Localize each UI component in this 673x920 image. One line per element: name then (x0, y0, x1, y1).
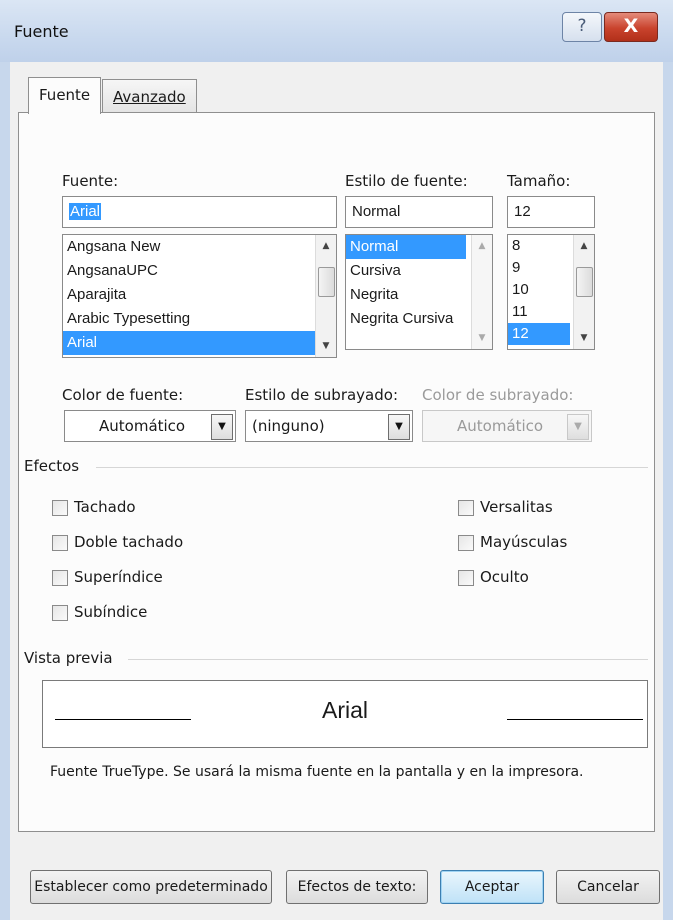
size-input[interactable]: 12 (507, 196, 595, 228)
hidden-checkbox[interactable] (458, 570, 474, 586)
scroll-down-icon[interactable]: ▼ (472, 329, 492, 347)
title-bar[interactable]: Fuente ? X (0, 0, 673, 63)
list-item[interactable]: Arabic Typesetting (63, 307, 336, 331)
superscript-checkbox[interactable] (52, 570, 68, 586)
size-scrollbar[interactable]: ▲ ▼ (573, 235, 594, 349)
window-border-right (663, 62, 673, 920)
scroll-up-icon[interactable]: ▲ (472, 237, 492, 255)
style-listbox[interactable]: Normal Cursiva Negrita Negrita Cursiva ▲… (345, 234, 493, 350)
underline-style-value: (ninguno) (252, 417, 325, 435)
window-title: Fuente (14, 22, 69, 41)
font-label: Fuente: (62, 172, 119, 190)
hidden-label[interactable]: Oculto (480, 568, 529, 586)
underline-style-select[interactable]: (ninguno) ▼ (245, 410, 413, 442)
double-strikethrough-label[interactable]: Doble tachado (74, 533, 183, 551)
effects-title: Efectos (24, 457, 86, 475)
size-listbox[interactable]: 8 9 10 11 12 ▲ ▼ (507, 234, 595, 350)
cancel-button[interactable]: Cancelar (556, 870, 660, 904)
style-label: Estilo de fuente: (345, 172, 468, 190)
preview-title: Vista previa (24, 649, 119, 667)
window-border-left (0, 62, 10, 920)
superscript-label[interactable]: Superíndice (74, 568, 163, 586)
double-strikethrough-checkbox[interactable] (52, 535, 68, 551)
all-caps-checkbox[interactable] (458, 535, 474, 551)
chevron-down-icon: ▼ (567, 414, 589, 440)
tab-avanzado-label: Avanzado (113, 88, 186, 106)
font-listbox[interactable]: Angsana New AngsanaUPC Aparajita Arabic … (62, 234, 337, 358)
font-input[interactable]: Arial (62, 196, 337, 228)
size-label: Tamaño: (507, 172, 571, 190)
subscript-checkbox[interactable] (52, 605, 68, 621)
all-caps-label[interactable]: Mayúsculas (480, 533, 567, 551)
list-item-selected[interactable]: Arial (63, 331, 336, 355)
scroll-down-icon[interactable]: ▼ (574, 329, 594, 347)
chevron-down-icon[interactable]: ▼ (211, 414, 233, 440)
close-icon: X (623, 15, 639, 37)
list-item[interactable]: AngsanaUPC (63, 259, 336, 283)
close-button[interactable]: X (604, 12, 658, 42)
preview-note: Fuente TrueType. Se usará la misma fuent… (50, 764, 584, 780)
strikethrough-checkbox[interactable] (52, 500, 68, 516)
preview-box: Arial (42, 680, 648, 748)
set-default-button[interactable]: Establecer como predeterminado (30, 870, 272, 904)
font-color-select[interactable]: Automático ▼ (64, 410, 236, 442)
style-scrollbar[interactable]: ▲ ▼ (471, 235, 492, 349)
scroll-down-icon[interactable]: ▼ (316, 337, 336, 355)
tab-fuente-label: Fuente (39, 86, 91, 104)
font-color-value: Automático (99, 417, 186, 435)
font-scrollbar[interactable]: ▲ ▼ (315, 235, 336, 357)
preview-divider (128, 659, 648, 660)
subscript-label[interactable]: Subíndice (74, 603, 147, 621)
list-item-selected[interactable]: 12 (508, 323, 570, 345)
underline-style-label: Estilo de subrayado: (245, 386, 398, 404)
style-input[interactable]: Normal (345, 196, 493, 228)
tab-fuente[interactable]: Fuente (28, 77, 102, 114)
underline-color-select: Automático ▼ (422, 410, 592, 442)
strikethrough-label[interactable]: Tachado (74, 498, 136, 516)
font-color-label: Color de fuente: (62, 386, 184, 404)
list-item[interactable]: Angsana New (63, 235, 336, 259)
small-caps-label[interactable]: Versalitas (480, 498, 553, 516)
text-effects-button[interactable]: Efectos de texto: (286, 870, 428, 904)
list-item-selected[interactable]: Normal (346, 235, 466, 259)
tab-avanzado[interactable]: Avanzado (102, 79, 197, 114)
size-input-value: 12 (514, 203, 531, 220)
effects-divider (96, 467, 648, 468)
scroll-thumb[interactable] (318, 267, 335, 297)
scroll-up-icon[interactable]: ▲ (316, 237, 336, 255)
preview-line-right (507, 719, 643, 720)
small-caps-checkbox[interactable] (458, 500, 474, 516)
list-item[interactable]: Aparajita (63, 283, 336, 307)
style-input-value: Normal (352, 203, 401, 220)
ok-button[interactable]: Aceptar (440, 870, 544, 904)
underline-color-value: Automático (457, 417, 544, 435)
chevron-down-icon[interactable]: ▼ (388, 414, 410, 440)
help-button[interactable]: ? (562, 12, 602, 42)
help-icon: ? (577, 16, 587, 36)
font-input-value: Arial (69, 203, 102, 220)
underline-color-label: Color de subrayado: (422, 386, 574, 404)
scroll-up-icon[interactable]: ▲ (574, 237, 594, 255)
scroll-thumb[interactable] (576, 267, 593, 297)
